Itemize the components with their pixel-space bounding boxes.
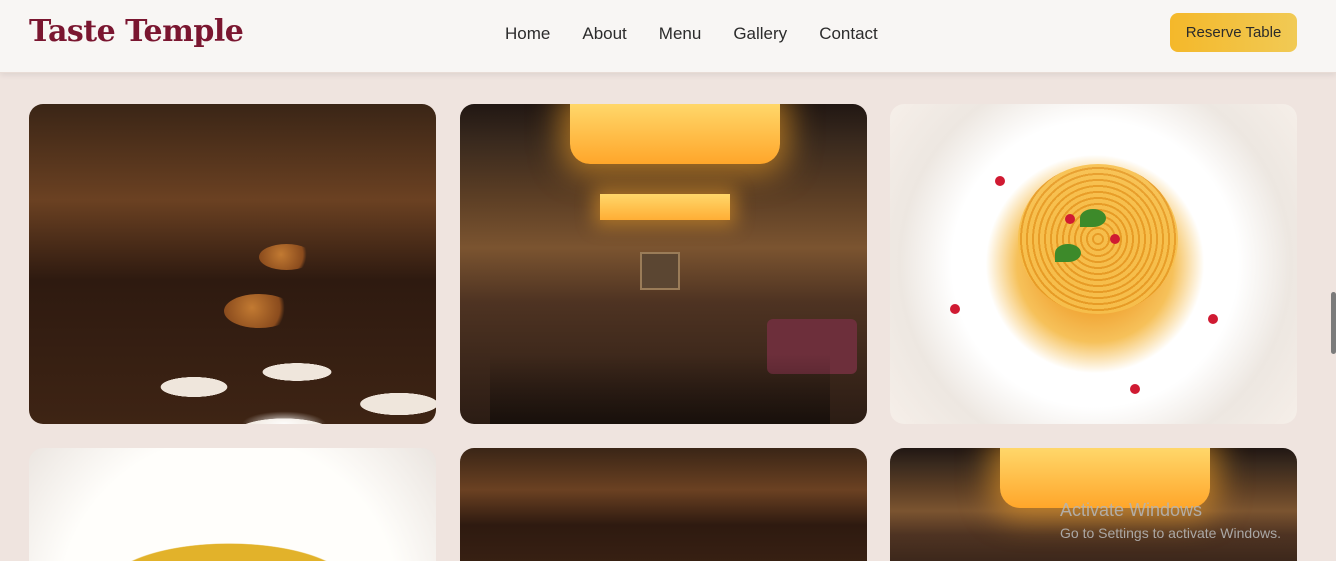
nav-contact-link[interactable]: Contact [819, 24, 878, 44]
nav-home-link[interactable]: Home [505, 24, 550, 44]
tomato [1110, 234, 1120, 244]
food-item [259, 244, 314, 270]
reserve-table-button[interactable]: Reserve Table [1170, 13, 1297, 52]
watermark-subtitle: Go to Settings to activate Windows. [1060, 525, 1281, 541]
tomato [995, 176, 1005, 186]
page-scrollbar[interactable] [1331, 292, 1336, 354]
pasta-nest [1018, 164, 1178, 314]
gallery-image-dining-table[interactable] [29, 104, 436, 424]
ceiling-light [1000, 448, 1210, 508]
dining-tables [490, 354, 830, 424]
tomato [1208, 314, 1218, 324]
tomato [950, 304, 960, 314]
nav-about-link[interactable]: About [582, 24, 626, 44]
gallery-image-dining-table-2[interactable] [460, 448, 867, 561]
basil-leaf [1055, 244, 1081, 262]
windows-activation-watermark: Activate Windows Go to Settings to activ… [1060, 500, 1281, 541]
gallery-image-pasta-dish[interactable] [890, 104, 1297, 424]
tomato [1130, 384, 1140, 394]
wall-art [640, 252, 680, 290]
gallery-image-soup-dish[interactable] [29, 448, 436, 561]
brand-logo[interactable]: Taste Temple [29, 14, 244, 49]
main-nav: Home About Menu Gallery Contact [505, 24, 878, 44]
watermark-title: Activate Windows [1060, 500, 1203, 520]
gallery-image-restaurant-interior[interactable] [460, 104, 867, 424]
basil-leaf [1080, 209, 1106, 227]
nav-gallery-link[interactable]: Gallery [733, 24, 787, 44]
food-item [224, 294, 294, 328]
ceiling-light [600, 194, 730, 220]
ceiling-light [570, 104, 780, 164]
tomato [1065, 214, 1075, 224]
site-header: Taste Temple Home About Menu Gallery Con… [0, 0, 1336, 73]
nav-menu-link[interactable]: Menu [659, 24, 702, 44]
